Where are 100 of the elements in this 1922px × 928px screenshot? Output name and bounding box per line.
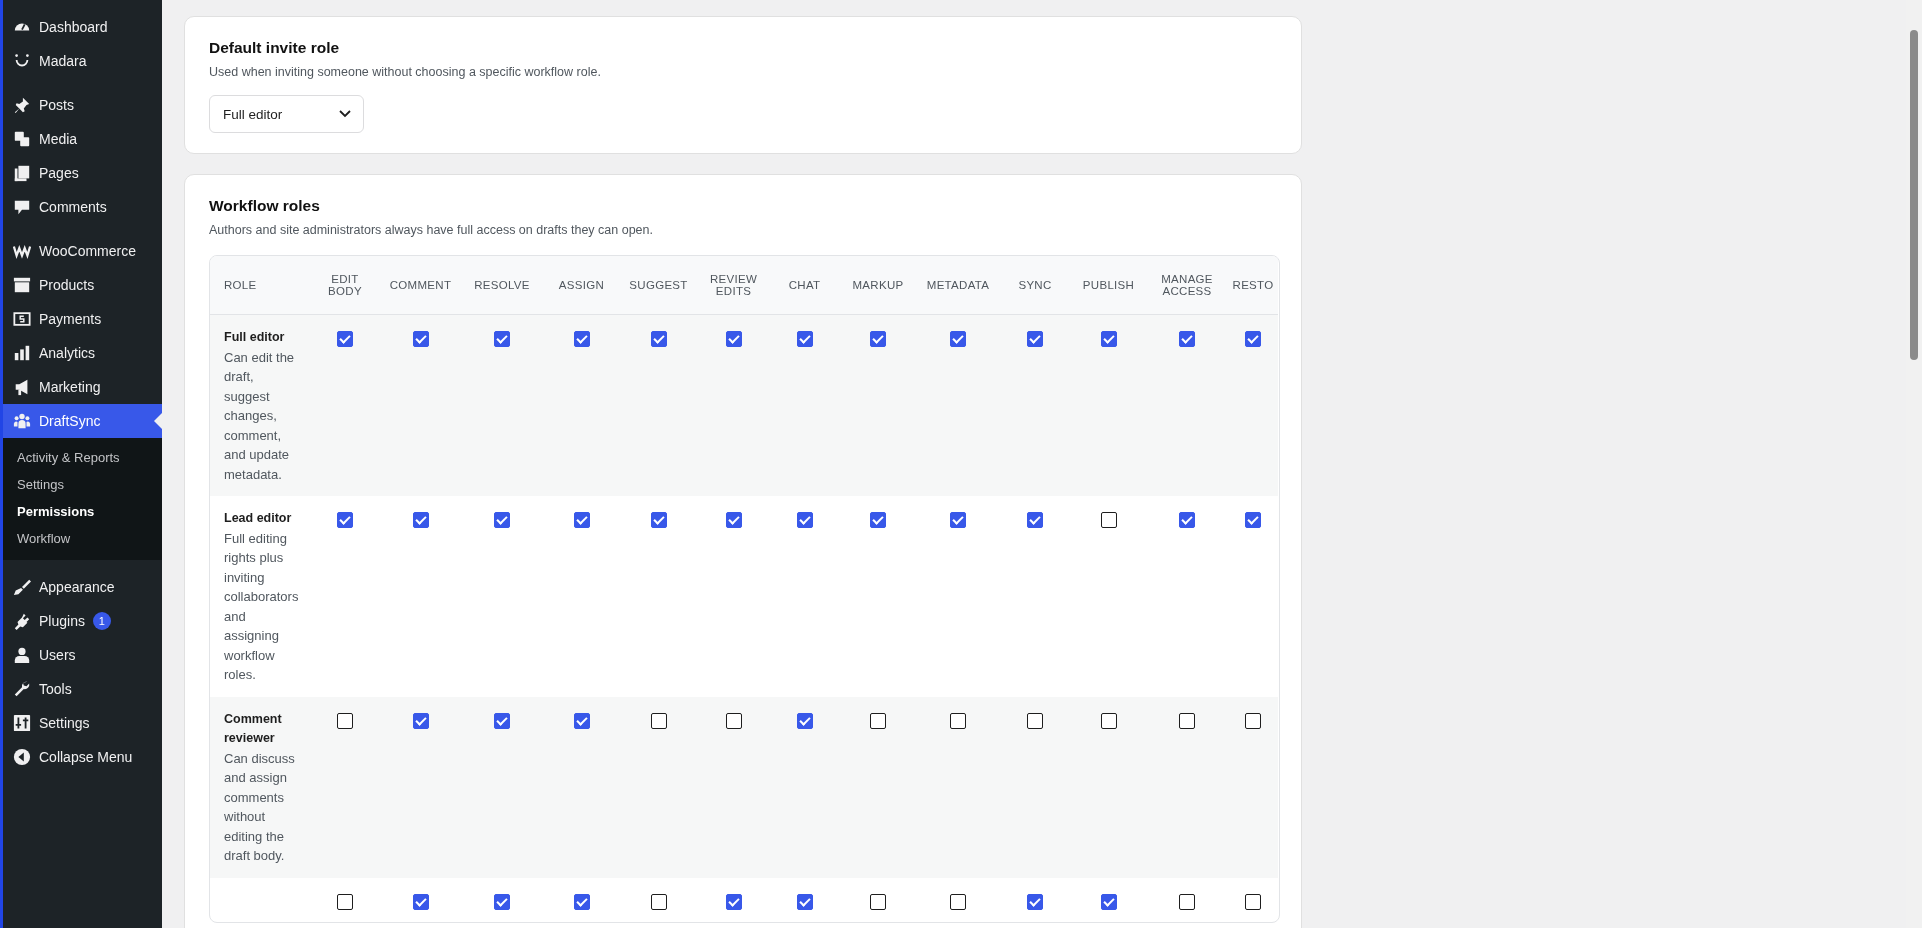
column-header: PUBLISH: [1071, 256, 1146, 315]
checkbox[interactable]: [573, 512, 590, 528]
checkbox[interactable]: [573, 712, 590, 729]
column-header: ROLE: [210, 256, 310, 315]
count-badge: 1: [92, 612, 111, 630]
sidebar-item[interactable]: Products: [3, 268, 162, 302]
checkbox[interactable]: [870, 893, 886, 910]
checkbox[interactable]: [494, 512, 510, 528]
checkbox[interactable]: [412, 331, 429, 347]
checkbox[interactable]: [1179, 712, 1195, 729]
pages-icon: [13, 164, 31, 182]
checkbox[interactable]: [1179, 893, 1195, 910]
sidebar-item[interactable]: Analytics: [3, 336, 162, 370]
checkbox[interactable]: [337, 331, 353, 347]
checkbox[interactable]: [337, 893, 353, 910]
checkbox[interactable]: [1179, 331, 1195, 347]
checkbox[interactable]: [494, 893, 510, 910]
checkbox[interactable]: [1100, 712, 1117, 729]
checkbox[interactable]: [1100, 512, 1117, 528]
checkbox[interactable]: [573, 331, 590, 347]
checkbox[interactable]: [1245, 893, 1261, 910]
media-icon: [13, 130, 31, 148]
person-icon: [13, 646, 31, 664]
box-icon: [13, 276, 31, 294]
column-header: RESTO: [1228, 256, 1278, 315]
checkbox[interactable]: [796, 712, 813, 729]
checkbox[interactable]: [1027, 893, 1043, 910]
submenu-item[interactable]: Settings: [3, 471, 162, 498]
sidebar-item[interactable]: WooCommerce: [3, 234, 162, 268]
checkbox[interactable]: [573, 893, 590, 910]
sliders-icon: [13, 714, 31, 732]
checkbox[interactable]: [337, 712, 353, 729]
sidebar-item[interactable]: Dashboard: [3, 10, 162, 44]
column-header: COMMENT: [380, 256, 461, 315]
sidebar-item[interactable]: Media: [3, 122, 162, 156]
chevron-down-icon: [339, 110, 351, 118]
checkbox[interactable]: [412, 512, 429, 528]
checkbox[interactable]: [494, 331, 510, 347]
role-name: Lead editor: [224, 510, 293, 527]
sidebar-item[interactable]: Madara: [3, 44, 162, 78]
checkbox[interactable]: [950, 893, 966, 910]
sidebar-item[interactable]: Pages: [3, 156, 162, 190]
sidebar-item[interactable]: Posts: [3, 88, 162, 122]
checkbox[interactable]: [1179, 512, 1195, 528]
submenu-item[interactable]: Workflow: [3, 525, 162, 552]
sidebar-item[interactable]: Collapse Menu: [3, 740, 162, 774]
dollar-icon: [13, 310, 31, 328]
sidebar-item[interactable]: Settings: [3, 706, 162, 740]
card-title: Default invite role: [209, 39, 341, 57]
checkbox[interactable]: [725, 331, 742, 347]
checkbox[interactable]: [1100, 893, 1117, 910]
role-name: Full editor: [224, 329, 286, 346]
sidebar-item[interactable]: Tools: [3, 672, 162, 706]
checkbox[interactable]: [725, 712, 742, 729]
checkbox[interactable]: [1245, 712, 1261, 729]
checkbox[interactable]: [950, 712, 966, 729]
people-icon: [13, 412, 31, 430]
checkbox[interactable]: [1027, 712, 1043, 729]
column-header: MARKUP: [839, 256, 917, 315]
checkbox[interactable]: [412, 893, 429, 910]
sidebar-item[interactable]: DraftSync: [3, 404, 162, 438]
checkbox[interactable]: [1245, 331, 1261, 347]
checkbox[interactable]: [950, 331, 966, 347]
checkbox[interactable]: [950, 512, 966, 528]
collapse-icon: [13, 748, 31, 766]
pin-icon: [13, 96, 31, 114]
sidebar-item[interactable]: Payments: [3, 302, 162, 336]
checkbox[interactable]: [650, 893, 667, 910]
sidebar-item[interactable]: Marketing: [3, 370, 162, 404]
card-description: Authors and site administrators always have full access on drafts they can open.: [209, 223, 654, 237]
checkbox[interactable]: [796, 893, 813, 910]
checkbox[interactable]: [725, 893, 742, 910]
checkbox[interactable]: [870, 512, 886, 528]
submenu-item[interactable]: Activity & Reports: [3, 444, 162, 471]
checkbox[interactable]: [650, 512, 667, 528]
checkbox[interactable]: [650, 331, 667, 347]
role-select[interactable]: Full editor: [209, 95, 364, 133]
sidebar-item[interactable]: Users: [3, 638, 162, 672]
checkbox[interactable]: [337, 512, 353, 528]
checkbox[interactable]: [1245, 512, 1261, 528]
checkbox[interactable]: [1027, 512, 1043, 528]
checkbox[interactable]: [870, 331, 886, 347]
sidebar-item[interactable]: Comments: [3, 190, 162, 224]
checkbox[interactable]: [650, 712, 667, 729]
brush-icon: [13, 578, 31, 596]
plug-icon: [13, 612, 31, 630]
checkbox[interactable]: [870, 712, 886, 729]
checkbox[interactable]: [494, 712, 510, 729]
sidebar-item[interactable]: Appearance: [3, 570, 162, 604]
checkbox[interactable]: [796, 331, 813, 347]
submenu-item[interactable]: Permissions: [3, 498, 162, 525]
checkbox[interactable]: [412, 712, 429, 729]
checkbox[interactable]: [796, 512, 813, 528]
speech-bubble-icon: [13, 198, 31, 216]
checkbox[interactable]: [1027, 331, 1043, 347]
column-header: CHAT: [770, 256, 839, 315]
checkbox[interactable]: [1100, 331, 1117, 347]
checkbox[interactable]: [725, 512, 742, 528]
sidebar-item[interactable]: Plugins 1: [3, 604, 162, 638]
card-description: Used when inviting someone without choosing a specific workflow role.: [209, 65, 602, 79]
